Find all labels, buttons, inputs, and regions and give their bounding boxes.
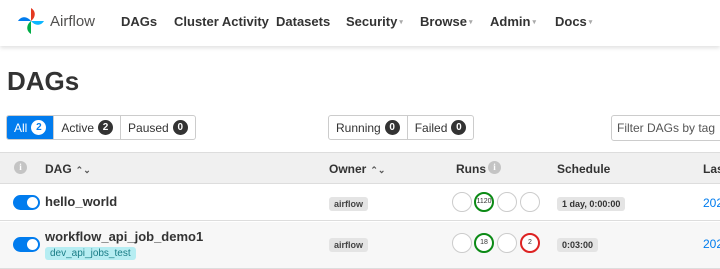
run-state-circle-running[interactable] — [497, 233, 517, 253]
filter-running-count: 0 — [384, 120, 400, 135]
dag-link[interactable]: workflow_api_job_demo1 — [45, 229, 203, 244]
nav-cluster-activity-label: Cluster Activity — [174, 14, 269, 29]
dag-pause-toggle[interactable] — [13, 195, 40, 210]
nav-browse-label: Browse — [420, 14, 467, 29]
header-dag[interactable]: DAG ⌃⌄ — [45, 162, 91, 176]
nav-security[interactable]: Security ▾ — [346, 14, 403, 29]
runs-info-icon[interactable]: i — [488, 161, 501, 174]
run-state-circle-success[interactable]: 18 — [474, 233, 494, 253]
filter-all-label: All — [14, 120, 28, 135]
filter-paused-count: 0 — [172, 120, 188, 135]
brand-name: Airflow — [50, 12, 96, 30]
last-run-link[interactable]: 202 — [703, 237, 720, 251]
schedule-badge[interactable]: 1 day, 0:00:00 — [557, 197, 626, 211]
nav-admin[interactable]: Admin ▾ — [490, 14, 536, 29]
filter-active-count: 2 — [98, 120, 114, 135]
last-run-link[interactable]: 202 — [703, 196, 720, 210]
filter-failed-count: 0 — [451, 120, 467, 135]
owner-badge[interactable]: airflow — [329, 197, 369, 211]
page-title: DAGs — [7, 66, 80, 96]
nav-datasets-label: Datasets — [276, 14, 331, 29]
dag-pause-toggle[interactable] — [13, 237, 40, 252]
schedule-badge[interactable]: 0:03:00 — [557, 238, 599, 252]
header-last-run[interactable]: Las — [703, 162, 720, 176]
run-state-circle-queued[interactable] — [452, 192, 472, 212]
caret-down-icon: ▾ — [588, 19, 593, 26]
tag-filter-input[interactable] — [611, 115, 720, 141]
airflow-logo-icon — [18, 8, 44, 34]
header-runs-label: Runs — [456, 162, 486, 176]
nav-browse[interactable]: Browse ▾ — [420, 14, 472, 29]
nav-dags-label: DAGs — [121, 14, 158, 29]
nav-dags[interactable]: DAGs — [121, 14, 157, 29]
header-dag-label: DAG — [45, 162, 72, 176]
info-icon: i — [14, 161, 27, 174]
header-schedule: Schedule — [557, 162, 611, 176]
run-state-circle-failed[interactable] — [520, 192, 540, 212]
dag-link[interactable]: hello_world — [45, 194, 117, 209]
filter-paused-button[interactable]: Paused 0 — [120, 116, 195, 139]
brand[interactable]: Airflow — [16, 6, 95, 36]
nav-security-label: Security — [346, 14, 398, 29]
status-filter-group: All 2 Active 2 Paused 0 — [6, 115, 196, 140]
nav-admin-label: Admin — [490, 14, 531, 29]
filter-running-button[interactable]: Running 0 — [329, 116, 407, 139]
top-navbar: Airflow DAGs Cluster Activity Datasets S… — [0, 0, 720, 46]
filter-active-label: Active — [61, 120, 95, 135]
caret-down-icon: ▾ — [532, 19, 536, 26]
filter-active-button[interactable]: Active 2 — [53, 116, 120, 139]
nav-docs-label: Docs — [555, 14, 587, 29]
caret-down-icon: ▾ — [468, 19, 473, 26]
run-state-circle-running[interactable] — [497, 192, 517, 212]
header-runs: Runs — [456, 162, 486, 176]
filter-all-count: 2 — [31, 120, 47, 135]
header-owner-label: Owner — [329, 162, 367, 176]
filter-failed-label: Failed — [414, 120, 448, 135]
filter-all-button[interactable]: All 2 — [7, 116, 54, 139]
nav-docs[interactable]: Docs ▾ — [555, 14, 592, 29]
dag-table-header: i DAG⌃⌄ Owner⌃⌄ Runs i Schedule Las — [0, 152, 720, 184]
sort-icon: ⌃⌄ — [75, 165, 91, 175]
dag-tag[interactable]: dev_api_jobs_test — [45, 247, 136, 260]
run-state-circle-queued[interactable] — [452, 233, 472, 253]
filter-paused-label: Paused — [128, 120, 169, 135]
run-state-circle-failed[interactable]: 2 — [520, 233, 540, 253]
nav-cluster-activity[interactable]: Cluster Activity — [174, 14, 269, 29]
table-row: workflow_api_job_demo1 dev_api_jobs_test… — [0, 222, 720, 269]
header-owner[interactable]: Owner ⌃⌄ — [329, 162, 385, 176]
table-row: hello_world airflow 1120 1 day, 0:00:00 … — [0, 184, 720, 221]
owner-badge[interactable]: airflow — [329, 238, 369, 252]
nav-datasets[interactable]: Datasets — [276, 14, 330, 29]
caret-down-icon: ▾ — [399, 19, 403, 26]
run-state-filter-group: Running 0 Failed 0 — [328, 115, 475, 140]
sort-icon: ⌃⌄ — [370, 165, 386, 175]
filter-running-label: Running — [336, 120, 381, 135]
filter-failed-button[interactable]: Failed 0 — [406, 116, 474, 139]
run-state-circle-success[interactable]: 1120 — [474, 192, 494, 212]
